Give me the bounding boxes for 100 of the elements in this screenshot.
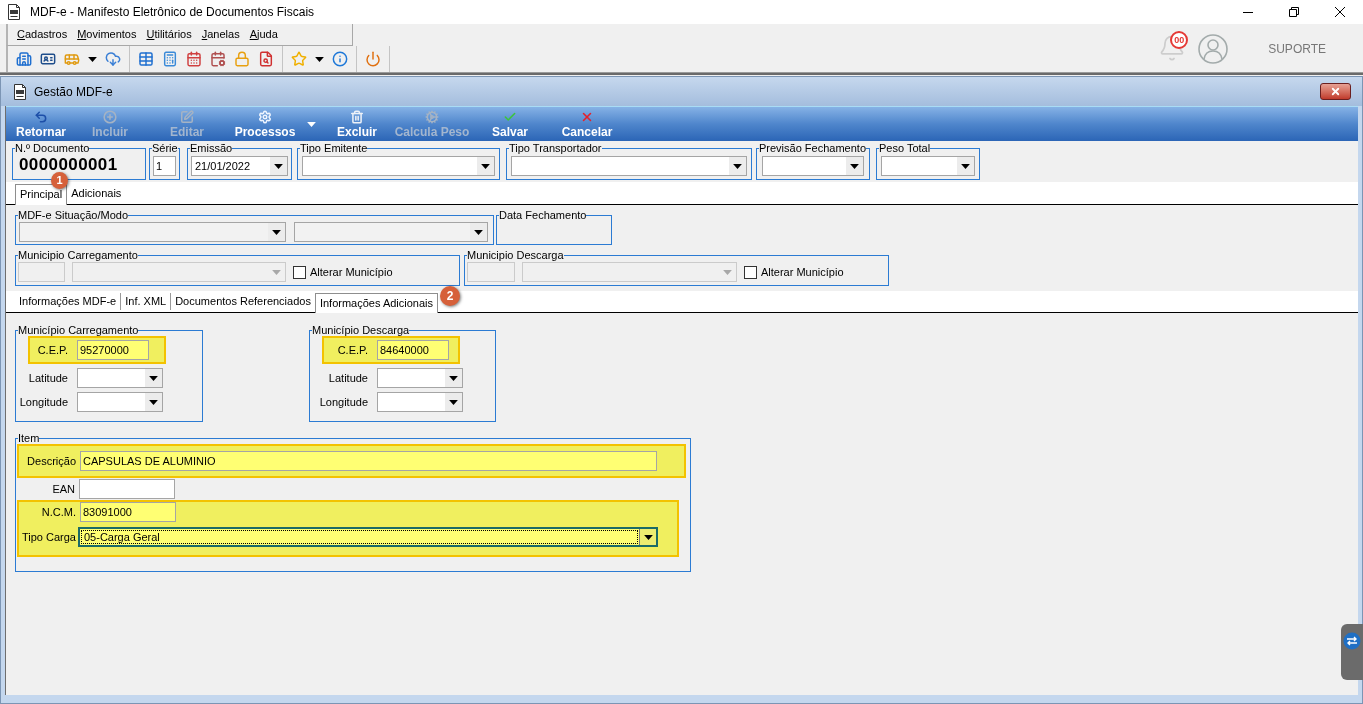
menu-item[interactable]: Janelas <box>196 29 245 40</box>
step-marker: 1 <box>51 172 68 189</box>
tab[interactable]: Principal <box>15 184 68 205</box>
toolbar-button[interactable]: Cancelar <box>548 107 626 141</box>
menu-item[interactable]: Utilitários <box>141 29 197 40</box>
text-field[interactable] <box>79 479 175 499</box>
checkbox-label[interactable]: Alterar Município <box>310 266 393 278</box>
calendar-gear-icon[interactable] <box>210 51 226 67</box>
trash-icon <box>350 110 364 124</box>
tab[interactable]: Inf. XML <box>121 293 172 310</box>
dropdown-field[interactable] <box>377 368 463 388</box>
field-label: N.C.M. <box>40 506 76 518</box>
gear-icon <box>425 110 439 124</box>
text-field[interactable]: CAPSULAS DE ALUMINIO <box>80 451 657 471</box>
close-icon[interactable] <box>1335 7 1345 17</box>
tab[interactable]: Adicionais <box>67 185 126 202</box>
text-field[interactable]: 95270000 <box>77 340 149 360</box>
table-icon[interactable] <box>138 51 154 67</box>
close-button[interactable] <box>1320 83 1351 100</box>
dropdown-arrow-icon <box>481 163 490 169</box>
group-label: Município Descarga <box>312 324 410 336</box>
group-label: Municipio Carregamento <box>18 249 138 261</box>
field-label: Latitude <box>327 372 368 384</box>
dropdown-field[interactable] <box>762 156 864 176</box>
tab[interactable]: Informações MDF-e <box>15 293 122 310</box>
field-label: Latitude <box>27 372 68 384</box>
menu-item[interactable]: Movimentos <box>72 29 142 40</box>
document-search-icon[interactable] <box>258 51 274 67</box>
edit-icon <box>180 110 194 124</box>
menu-item[interactable]: Cadastros <box>12 29 73 40</box>
dropdown-arrow-icon <box>474 229 483 235</box>
user-avatar-icon[interactable] <box>1198 34 1229 64</box>
calendar-icon[interactable] <box>186 51 202 67</box>
group-label: Emissão <box>190 142 233 154</box>
check-icon <box>503 110 517 124</box>
field-label: Descrição <box>26 455 76 467</box>
window-title: MDF-e - Manifesto Eletrônico de Documentos Fiscais <box>30 6 315 18</box>
window-title: Gestão MDF-e <box>34 85 113 98</box>
dropdown-arrow-icon <box>272 269 281 275</box>
dropdown-field[interactable] <box>294 222 488 242</box>
text-field[interactable]: 83091000 <box>80 502 176 522</box>
dropdown-field[interactable] <box>511 156 747 176</box>
dropdown-arrow-icon <box>272 229 281 235</box>
menu-item[interactable]: Ajuda <box>244 29 283 40</box>
caret-down-icon <box>306 121 316 127</box>
arrows-icon <box>1343 632 1361 650</box>
field-label: C.E.P. <box>336 344 368 356</box>
caret-down-icon[interactable] <box>88 56 97 62</box>
dropdown-arrow-icon <box>149 399 158 405</box>
star-icon[interactable] <box>291 51 307 67</box>
group-label: Item <box>18 432 40 444</box>
dropdown-arrow-icon <box>723 269 732 275</box>
user-name[interactable]: SUPORTE <box>1268 43 1326 55</box>
step-marker: 2 <box>440 286 460 306</box>
id-card-icon[interactable] <box>40 51 56 67</box>
dropdown-field[interactable] <box>302 156 495 176</box>
undo-arrow-icon <box>34 110 48 124</box>
lock-icon[interactable] <box>234 51 250 67</box>
dropdown-field[interactable] <box>77 368 163 388</box>
dropdown-arrow-icon <box>850 163 859 169</box>
field-label: EAN <box>51 483 75 495</box>
side-panel-tab[interactable] <box>1341 624 1363 680</box>
building-icon[interactable] <box>16 51 32 67</box>
toolbar-button[interactable]: Processos <box>230 107 322 141</box>
dropdown-field[interactable] <box>881 156 975 176</box>
dropdown-field[interactable]: 21/01/2022 <box>191 156 288 176</box>
toolbar-button[interactable]: Retornar <box>6 107 76 141</box>
group-label: Municipio Descarga <box>467 249 564 261</box>
checkbox[interactable] <box>293 265 306 279</box>
info-icon[interactable] <box>332 51 348 67</box>
group-label: Série <box>152 142 178 154</box>
close-icon <box>580 110 594 124</box>
toolbar-button[interactable]: Salvar <box>472 107 548 141</box>
group-label: Tipo Transportador <box>509 142 602 154</box>
dropdown-field[interactable] <box>377 392 463 412</box>
power-icon[interactable] <box>365 51 381 67</box>
dropdown-field[interactable]: 05-Carga Geral <box>78 527 658 547</box>
checkbox-label[interactable]: Alterar Município <box>761 266 844 278</box>
calculator-icon[interactable] <box>162 51 178 67</box>
document-icon <box>12 83 28 100</box>
bus-icon[interactable] <box>64 51 80 67</box>
caret-down-icon[interactable] <box>315 56 324 62</box>
toolbar-button[interactable]: Excluir <box>322 107 392 141</box>
tab[interactable]: Informações Adicionais <box>314 293 439 313</box>
minimize-icon[interactable] <box>1243 11 1253 13</box>
document-number: 0000000001 <box>19 157 119 172</box>
restore-icon[interactable] <box>1289 7 1299 17</box>
notification-count: 00 <box>1170 31 1189 49</box>
group-label: Município Carregamento <box>18 324 139 336</box>
checkbox[interactable] <box>744 265 757 279</box>
tab[interactable]: Documentos Referenciados <box>171 293 315 310</box>
group-label: Peso Total <box>879 142 931 154</box>
dropdown-field[interactable] <box>19 222 286 242</box>
text-field[interactable]: 84640000 <box>377 340 449 360</box>
dropdown-arrow-icon <box>961 163 970 169</box>
dropdown-field[interactable] <box>77 392 163 412</box>
text-field[interactable]: 1 <box>153 156 176 176</box>
dropdown-arrow-icon <box>643 534 653 540</box>
cloud-download-icon[interactable] <box>105 51 121 67</box>
field-label: Tipo Carga <box>21 531 76 543</box>
